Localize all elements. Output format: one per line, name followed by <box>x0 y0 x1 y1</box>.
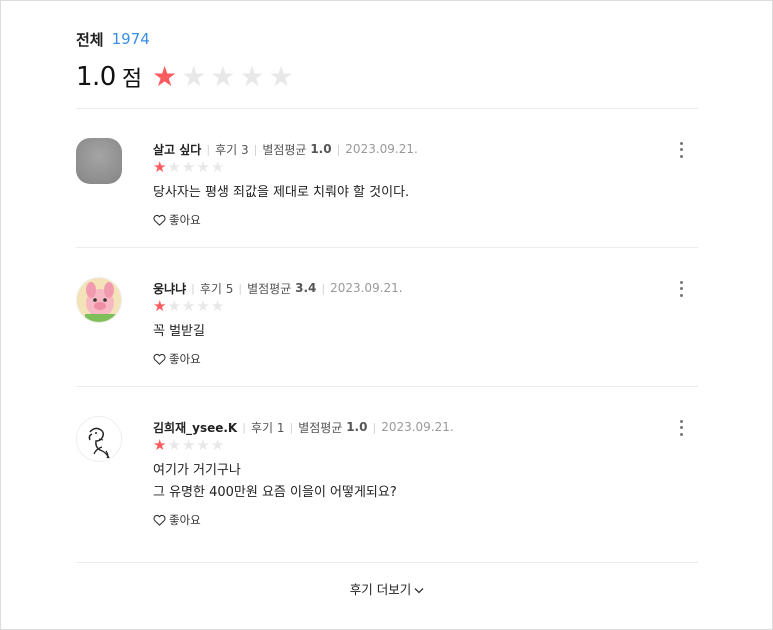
star-icon: ★ <box>153 436 167 454</box>
avatar[interactable] <box>76 138 122 184</box>
heart-icon <box>153 353 166 365</box>
avg-rating-value: 3.4 <box>295 281 317 295</box>
star-icon: ★ <box>153 158 167 176</box>
separator: | <box>242 420 246 434</box>
rating-summary: 전체 1974 1.0 점 ★ ★ ★ ★ ★ <box>76 29 698 94</box>
divider <box>76 247 698 248</box>
more-reviews-button[interactable]: 후기 더보기 <box>76 579 698 598</box>
separator: | <box>206 142 211 156</box>
total-row: 전체 1974 <box>76 29 698 49</box>
review-text: 여기가 거기구나 그 유명한 400만원 요즘 이을이 어떻게되요? <box>153 463 397 500</box>
separator: | <box>289 420 294 434</box>
review-item: 김희재_ysee.K | 후기 1 | 별점평균 1.0 | 2023.09.2… <box>76 416 698 546</box>
like-button[interactable]: 좋아요 <box>153 512 698 528</box>
dog-sketch-avatar-icon <box>77 417 121 461</box>
star-icon: ★ <box>167 436 181 454</box>
review-item: 웅냐냐 | 후기 5 | 별점평균 3.4 | 2023.09.21. ★ ★ … <box>76 277 698 387</box>
separator: | <box>238 281 243 295</box>
review-date: 2023.09.21. <box>345 142 418 156</box>
star-icon: ★ <box>167 158 181 176</box>
more-options-icon[interactable] <box>676 140 686 160</box>
reviewer-name[interactable]: 웅냐냐 <box>153 280 186 297</box>
separator: | <box>372 420 377 434</box>
average-star-rating: ★ ★ ★ ★ ★ <box>152 63 294 91</box>
heart-icon <box>153 514 166 526</box>
review-star-rating: ★ ★ ★ ★ ★ <box>153 437 698 453</box>
more-options-icon[interactable] <box>676 279 686 299</box>
review-text: 당사자는 평생 죄값을 제대로 치뤄야 할 것이다. <box>153 185 410 200</box>
like-label: 좋아요 <box>169 352 201 366</box>
review-meta: 웅냐냐 | 후기 5 | 별점평균 3.4 | 2023.09.21. <box>153 280 698 296</box>
separator: | <box>253 142 258 156</box>
review-count: 후기 1 <box>250 420 285 435</box>
chevron-down-icon <box>414 588 424 594</box>
star-icon: ★ <box>196 436 210 454</box>
review-count: 후기 3 <box>215 142 249 157</box>
review-count: 후기 5 <box>199 281 234 296</box>
heart-icon <box>153 214 166 226</box>
reviews-panel: 전체 1974 1.0 점 ★ ★ ★ ★ ★ 살고 싶다 | 후기 3 | 별… <box>0 0 773 630</box>
star-icon: ★ <box>181 158 196 176</box>
total-label: 전체 <box>76 30 104 49</box>
star-icon: ★ <box>167 297 181 315</box>
avg-rating-label: 별점평균 <box>247 281 292 296</box>
review-text: 꼭 벌받길 <box>153 324 205 339</box>
avg-rating-value: 1.0 <box>310 142 332 156</box>
more-reviews-label: 후기 더보기 <box>349 582 412 597</box>
star-icon: ★ <box>181 60 207 93</box>
star-icon: ★ <box>152 60 178 93</box>
star-icon: ★ <box>181 436 196 454</box>
review-item: 살고 싶다 | 후기 3 | 별점평균 1.0 | 2023.09.21. ★ … <box>76 138 698 248</box>
like-button[interactable]: 좋아요 <box>153 351 698 367</box>
star-icon: ★ <box>196 158 210 176</box>
avatar[interactable] <box>76 277 122 323</box>
avg-rating-label: 별점평균 <box>298 420 343 435</box>
reviewer-name[interactable]: 김희재_ysee.K <box>153 419 237 436</box>
star-icon: ★ <box>153 297 167 315</box>
reviewer-name[interactable]: 살고 싶다 <box>153 141 201 158</box>
star-icon: ★ <box>239 60 265 93</box>
star-icon: ★ <box>210 60 236 93</box>
total-count: 1974 <box>111 30 150 48</box>
star-icon: ★ <box>181 297 196 315</box>
score-row: 1.0 점 ★ ★ ★ ★ ★ <box>76 60 698 94</box>
divider <box>76 108 698 109</box>
star-icon: ★ <box>210 436 225 454</box>
divider <box>76 562 698 563</box>
average-score: 1.0 <box>76 62 116 92</box>
divider <box>76 386 698 387</box>
like-label: 좋아요 <box>169 513 201 527</box>
review-date: 2023.09.21. <box>381 420 454 434</box>
like-label: 좋아요 <box>169 213 201 227</box>
piglet-avatar-icon <box>77 278 121 322</box>
star-icon: ★ <box>196 297 210 315</box>
separator: | <box>321 281 326 295</box>
review-star-rating: ★ ★ ★ ★ ★ <box>153 298 698 314</box>
review-meta: 살고 싶다 | 후기 3 | 별점평균 1.0 | 2023.09.21. <box>153 141 698 157</box>
like-button[interactable]: 좋아요 <box>153 212 698 228</box>
avg-rating-value: 1.0 <box>346 420 368 434</box>
more-options-icon[interactable] <box>676 418 686 438</box>
separator: | <box>336 142 341 156</box>
review-date: 2023.09.21. <box>330 281 403 295</box>
separator: | <box>191 281 195 295</box>
review-star-rating: ★ ★ ★ ★ ★ <box>153 159 698 175</box>
review-meta: 김희재_ysee.K | 후기 1 | 별점평균 1.0 | 2023.09.2… <box>153 419 698 435</box>
avatar[interactable] <box>76 416 122 462</box>
avg-rating-label: 별점평균 <box>262 142 307 157</box>
star-icon: ★ <box>210 297 225 315</box>
star-icon: ★ <box>210 158 225 176</box>
star-icon: ★ <box>268 60 294 93</box>
score-unit: 점 <box>121 67 143 92</box>
